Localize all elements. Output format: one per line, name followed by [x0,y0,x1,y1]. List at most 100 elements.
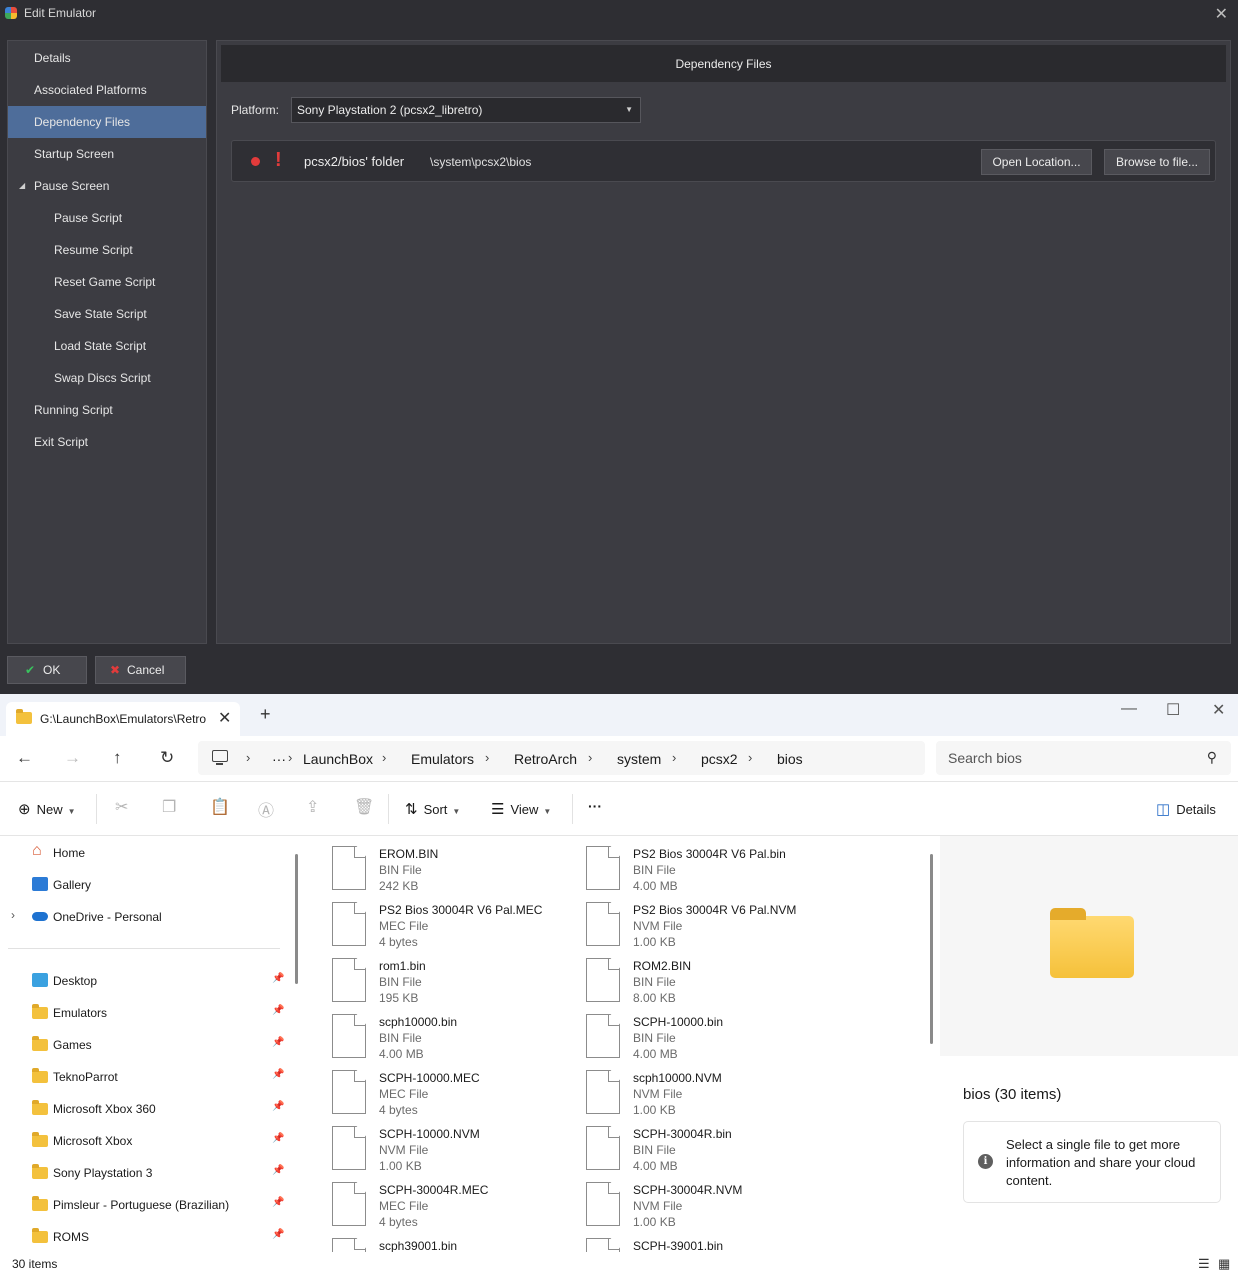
sidebar-item[interactable]: Dependency Files [8,106,206,138]
file-list-scrollbar[interactable] [930,854,933,1044]
minimize-icon[interactable]: — [1121,700,1137,718]
search-box[interactable]: ⚲ [936,741,1231,775]
details-view-icon[interactable]: ☰ [1198,1256,1210,1272]
refresh-icon[interactable]: ↻ [160,748,174,768]
nav-item[interactable]: Emulators 📌 [0,997,288,1029]
breadcrumb-item[interactable]: pcsx2 [701,751,738,767]
nav-item[interactable]: Desktop 📌 [0,965,288,997]
sidebar-item[interactable]: Associated Platforms [8,74,206,106]
nav-scrollbar[interactable] [295,854,298,984]
nav-item[interactable]: Microsoft Xbox 📌 [0,1125,288,1157]
file-item[interactable]: SCPH-30004R.NVM NVM File 1.00 KB [556,1172,806,1229]
file-item[interactable]: scph10000.NVM NVM File 1.00 KB [556,1060,806,1117]
breadcrumb-item[interactable]: Emulators [411,751,474,767]
nav-item[interactable]: Microsoft Xbox 360 📌 [0,1093,288,1125]
checkmark-icon: ✔ [25,663,36,677]
platform-dropdown[interactable]: Sony Playstation 2 (pcsx2_libretro) ▼ [291,97,641,123]
file-explorer-window: G:\LaunchBox\Emulators\RetroArch\system\… [0,694,1238,1275]
sidebar-item[interactable]: Running Script [8,394,206,426]
chevron-right-icon[interactable]: › [748,750,752,765]
breadcrumb-item[interactable]: bios [777,751,803,767]
window-close-icon[interactable]: ✕ [1212,700,1225,720]
details-pane-button[interactable]: ◫ Details [1156,800,1216,818]
nav-item[interactable]: ⌂ Home [0,837,288,869]
copy-icon[interactable]: ❐ [162,797,176,817]
sidebar-item[interactable]: Swap Discs Script [8,362,206,394]
breadcrumb-item[interactable]: LaunchBox [303,751,373,767]
file-item[interactable]: SCPH-30004R.bin BIN File 4.00 MB [556,1116,806,1173]
new-tab-icon[interactable]: + [260,704,271,725]
view-button[interactable]: ☰ View ▼ [491,800,551,818]
rename-icon[interactable]: Ⓐ [258,797,274,821]
dialog-close-icon[interactable]: ✕ [1215,4,1228,24]
file-item[interactable]: EROM.BIN BIN File 242 KB [302,836,552,893]
search-input[interactable] [948,750,1188,766]
nav-item[interactable]: Games 📌 [0,1029,288,1061]
back-arrow-icon[interactable]: ← [16,748,33,768]
nav-divider [8,948,280,949]
file-name: scph10000.bin [379,1015,458,1029]
delete-icon[interactable]: 🗑 [354,797,374,817]
nav-item[interactable]: ROMS 📌 [0,1221,288,1252]
this-pc-icon[interactable] [212,750,228,765]
explorer-tab[interactable]: G:\LaunchBox\Emulators\RetroArch\system\… [6,702,240,736]
sidebar-item[interactable]: Load State Script [8,330,206,362]
open-location-button[interactable]: Open Location... [981,149,1092,175]
nav-item[interactable]: TeknoParrot 📌 [0,1061,288,1093]
breadcrumb-item[interactable]: RetroArch [514,751,577,767]
nav-item-label: Games [53,1038,92,1052]
expand-caret-icon[interactable]: ◢ [19,170,25,202]
chevron-right-icon[interactable]: › [382,750,386,765]
share-icon[interactable]: ⇪ [306,797,319,817]
new-button[interactable]: ⊕ New ▼ [18,800,76,818]
file-item[interactable]: SCPH-10000.bin BIN File 4.00 MB [556,1004,806,1061]
tiles-view-icon[interactable]: ▦ [1218,1256,1230,1272]
file-item[interactable]: SCPH-30004R.MEC MEC File 4 bytes [302,1172,552,1229]
file-item[interactable]: scph10000.bin BIN File 4.00 MB [302,1004,552,1061]
paste-icon[interactable]: 📋 [210,797,230,817]
nav-item[interactable]: Pimsleur - Portuguese (Brazilian) I 📌 [0,1189,288,1221]
nav-item[interactable]: Sony Playstation 3 📌 [0,1157,288,1189]
maximize-icon[interactable]: ☐ [1166,700,1180,720]
cut-icon[interactable]: ✂ [115,797,128,817]
file-icon [332,958,366,1002]
file-item[interactable]: rom1.bin BIN File 195 KB [302,948,552,1005]
pin-icon: 📌 [272,1197,285,1208]
browse-to-file-button[interactable]: Browse to file... [1104,149,1210,175]
cancel-button[interactable]: ✖ Cancel [95,656,186,684]
sidebar-item[interactable]: Startup Screen [8,138,206,170]
ok-button[interactable]: ✔ OK [7,656,87,684]
tab-close-icon[interactable]: ✕ [218,708,231,728]
nav-item[interactable]: Gallery [0,869,288,901]
nav-item[interactable]: › OneDrive - Personal [0,901,288,933]
file-item[interactable]: scph39001.bin [302,1228,552,1252]
chevron-right-icon[interactable]: › [246,750,250,765]
file-item[interactable]: SCPH-10000.MEC MEC File 4 bytes [302,1060,552,1117]
chevron-right-icon[interactable]: › [288,750,292,765]
file-item[interactable]: ROM2.BIN BIN File 8.00 KB [556,948,806,1005]
chevron-right-icon[interactable]: › [588,750,592,765]
breadcrumb-overflow[interactable]: ··· [272,751,286,767]
file-item[interactable]: SCPH-39001.bin [556,1228,806,1252]
sidebar-item[interactable]: ◢ Pause Screen [8,170,206,202]
sidebar-item[interactable]: Reset Game Script [8,266,206,298]
sidebar-item[interactable]: Pause Script [8,202,206,234]
sidebar-item[interactable]: Save State Script [8,298,206,330]
up-arrow-icon[interactable]: ↑ [113,748,122,768]
onedrive-icon [32,912,48,921]
forward-arrow-icon[interactable]: → [64,748,81,768]
sort-button[interactable]: ⇅ Sort ▼ [405,800,460,818]
breadcrumb[interactable]: › ··· LaunchBox › Emulators › RetroArch › syst… [198,741,925,775]
sidebar-item[interactable]: Details [8,42,206,74]
file-item[interactable]: PS2 Bios 30004R V6 Pal.NVM NVM File 1.00 K… [556,892,806,949]
chevron-right-icon[interactable]: › [485,750,489,765]
file-item[interactable]: PS2 Bios 30004R V6 Pal.MEC MEC File 4 byte… [302,892,552,949]
chevron-right-icon[interactable]: › [11,908,15,922]
file-item[interactable]: SCPH-10000.NVM NVM File 1.00 KB [302,1116,552,1173]
file-item[interactable]: PS2 Bios 30004R V6 Pal.bin BIN File 4.00 M… [556,836,806,893]
sidebar-item[interactable]: Resume Script [8,234,206,266]
more-options-icon[interactable]: ··· [588,798,602,814]
chevron-right-icon[interactable]: › [672,750,676,765]
sidebar-item[interactable]: Exit Script [8,426,206,458]
breadcrumb-item[interactable]: system [617,751,661,767]
